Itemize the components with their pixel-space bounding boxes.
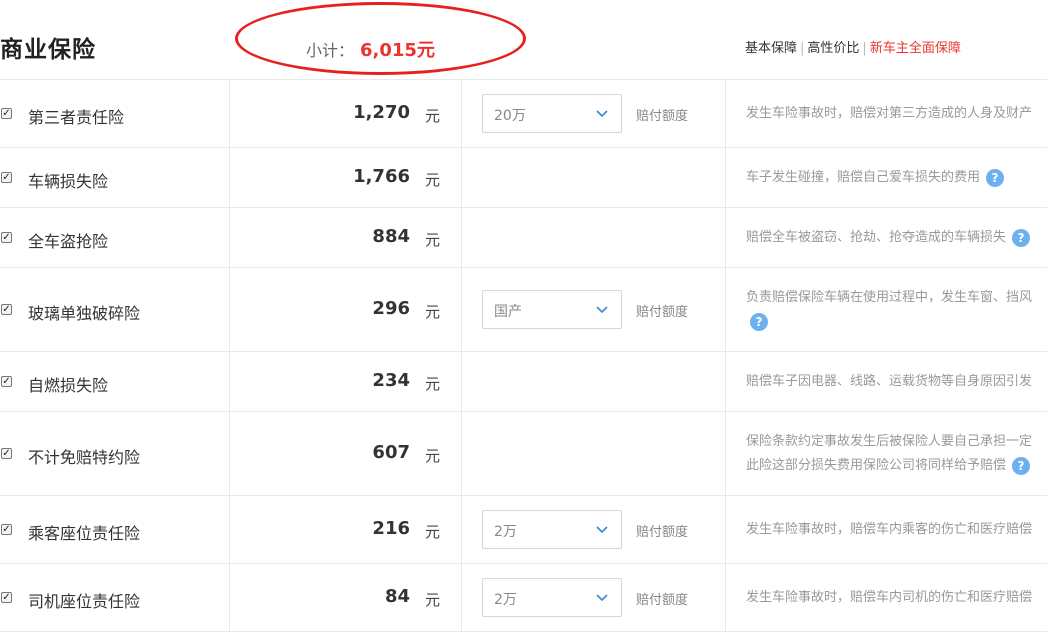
help-icon[interactable]: ? xyxy=(986,168,1005,187)
table-row: ✓ 司机座位责任险 84 元 2万 赔付额度 发生车险事故时，赔偿车内司机的伤亡和医疗赔偿 xyxy=(0,564,1047,632)
coverage-select-value: 国产 xyxy=(494,304,522,320)
price-unit: 元 xyxy=(425,523,441,541)
coverage-select[interactable]: 2万 xyxy=(482,510,622,549)
insurance-price: 84 xyxy=(384,586,410,607)
price-unit: 元 xyxy=(425,231,441,249)
coverage-label: 赔付额度 xyxy=(636,305,689,320)
plan-new-owner[interactable]: 新车主全面保障 xyxy=(870,41,961,56)
insurance-name: 司机座位责任险 xyxy=(28,592,141,611)
insurance-price: 216 xyxy=(372,518,410,539)
row-checkbox[interactable]: ✓ xyxy=(1,232,12,243)
insurance-price: 234 xyxy=(372,370,410,391)
coverage-select[interactable]: 2万 xyxy=(482,578,622,617)
insurance-name: 乘客座位责任险 xyxy=(28,524,141,543)
insurance-name: 车辆损失险 xyxy=(28,172,109,191)
help-icon[interactable]: ? xyxy=(750,312,768,331)
description-line: 车子发生碰撞，赔偿自己爱车损失的费用 xyxy=(746,170,981,185)
insurance-price: 1,270 xyxy=(353,102,410,123)
insurance-description: 赔偿车子因电器、线路、运载货物等自身原因引发 xyxy=(746,370,1047,394)
annotation-ellipse xyxy=(235,2,526,75)
row-checkbox[interactable]: ✓ xyxy=(1,592,12,603)
chevron-down-icon xyxy=(596,594,608,602)
row-checkbox[interactable]: ✓ xyxy=(1,108,12,119)
help-icon[interactable]: ? xyxy=(1012,456,1031,475)
coverage-label: 赔付额度 xyxy=(636,109,689,124)
description-line: 赔偿全车被盗窃、抢劫、抢夺造成的车辆损失 xyxy=(746,230,1007,245)
insurance-description: 赔偿全车被盗窃、抢劫、抢夺造成的车辆损失? xyxy=(746,226,1047,250)
description-line: 发生车险事故时，赔偿对第三方造成的人身及财产 xyxy=(746,106,1033,121)
price-unit: 元 xyxy=(425,303,441,321)
plan-basic[interactable]: 基本保障 xyxy=(745,41,797,56)
plan-tabs: 基本保障 | 高性价比 | 新车主全面保障 xyxy=(745,41,961,56)
table-row: ✓ 自燃损失险 234 元 赔偿车子因电器、线路、运载货物等自身原因引发 xyxy=(0,352,1047,412)
price-unit: 元 xyxy=(425,447,441,465)
price-unit: 元 xyxy=(425,107,441,125)
insurance-name: 玻璃单独破碎险 xyxy=(28,304,141,323)
description-line: 发生车险事故时，赔偿车内乘客的伤亡和医疗赔偿 xyxy=(746,522,1033,537)
help-icon[interactable]: ? xyxy=(1012,228,1031,247)
insurance-price: 1,766 xyxy=(353,166,410,187)
insurance-table: ✓ 第三者责任险 1,270 元 20万 赔付额度 发生车险事故时，赔偿对第三方造成的人身及… xyxy=(0,80,1047,632)
insurance-description: 负责赔偿保险车辆在使用过程中，发生车窗、挡风? xyxy=(746,286,1047,334)
description-line: 赔偿车子因电器、线路、运载货物等自身原因引发 xyxy=(746,374,1033,389)
coverage-select-value: 20万 xyxy=(494,108,526,124)
description-line: 发生车险事故时，赔偿车内司机的伤亡和医疗赔偿 xyxy=(746,590,1033,605)
row-checkbox[interactable]: ✓ xyxy=(1,172,12,183)
insurance-price: 296 xyxy=(372,298,410,319)
table-row: ✓ 车辆损失险 1,766 元 车子发生碰撞，赔偿自己爱车损失的费用? xyxy=(0,148,1047,208)
table-row: ✓ 玻璃单独破碎险 296 元 国产 赔付额度 负责赔偿保险车辆在使用过程中，发生车窗、挡风… xyxy=(0,268,1047,352)
coverage-select[interactable]: 国产 xyxy=(482,290,622,329)
insurance-name: 第三者责任险 xyxy=(28,108,125,127)
description-line: 负责赔偿保险车辆在使用过程中，发生车窗、挡风 xyxy=(746,290,1033,305)
row-checkbox[interactable]: ✓ xyxy=(1,524,12,535)
table-row: ✓ 第三者责任险 1,270 元 20万 赔付额度 发生车险事故时，赔偿对第三方造成的人身及… xyxy=(0,80,1047,148)
chevron-down-icon xyxy=(596,110,608,118)
chevron-down-icon xyxy=(596,306,608,314)
table-row: ✓ 乘客座位责任险 216 元 2万 赔付额度 发生车险事故时，赔偿车内乘客的伤亡和医疗赔偿 xyxy=(0,496,1047,564)
insurance-description: 车子发生碰撞，赔偿自己爱车损失的费用? xyxy=(746,166,1047,190)
price-unit: 元 xyxy=(425,171,441,189)
insurance-description: 发生车险事故时，赔偿对第三方造成的人身及财产 xyxy=(746,102,1047,126)
table-row: ✓ 不计免赔特约险 607 元 保险条款约定事故发生后被保险人要自己承担一定 此险这部分损… xyxy=(0,412,1047,496)
insurance-price: 884 xyxy=(372,226,410,247)
insurance-description: 发生车险事故时，赔偿车内司机的伤亡和医疗赔偿 xyxy=(746,586,1047,610)
coverage-select-value: 2万 xyxy=(494,592,517,608)
row-checkbox[interactable]: ✓ xyxy=(1,448,12,459)
insurance-price: 607 xyxy=(372,442,410,463)
row-checkbox[interactable]: ✓ xyxy=(1,376,12,387)
chevron-down-icon xyxy=(596,526,608,534)
section-header: 商业保险 小计： 6,015元 基本保障 | 高性价比 | 新车主全面保障 xyxy=(0,0,1047,80)
price-unit: 元 xyxy=(425,591,441,609)
price-unit: 元 xyxy=(425,375,441,393)
insurance-name: 自燃损失险 xyxy=(28,376,109,395)
insurance-name: 全车盗抢险 xyxy=(28,232,109,251)
insurance-name: 不计免赔特约险 xyxy=(28,448,141,467)
coverage-select-value: 2万 xyxy=(494,524,517,540)
row-checkbox[interactable]: ✓ xyxy=(1,304,12,315)
page-title: 商业保险 xyxy=(0,37,96,63)
coverage-label: 赔付额度 xyxy=(636,525,689,540)
insurance-description: 保险条款约定事故发生后被保险人要自己承担一定 此险这部分损失费用保险公司将同样给予… xyxy=(746,430,1047,478)
description-line: 保险条款约定事故发生后被保险人要自己承担一定 xyxy=(746,434,1033,449)
coverage-select[interactable]: 20万 xyxy=(482,94,622,133)
description-line: 此险这部分损失费用保险公司将同样给予赔偿 xyxy=(746,458,1007,473)
plan-value[interactable]: 高性价比 xyxy=(807,41,859,56)
table-row: ✓ 全车盗抢险 884 元 赔偿全车被盗窃、抢劫、抢夺造成的车辆损失? xyxy=(0,208,1047,268)
coverage-label: 赔付额度 xyxy=(636,593,689,608)
insurance-description: 发生车险事故时，赔偿车内乘客的伤亡和医疗赔偿 xyxy=(746,518,1047,542)
